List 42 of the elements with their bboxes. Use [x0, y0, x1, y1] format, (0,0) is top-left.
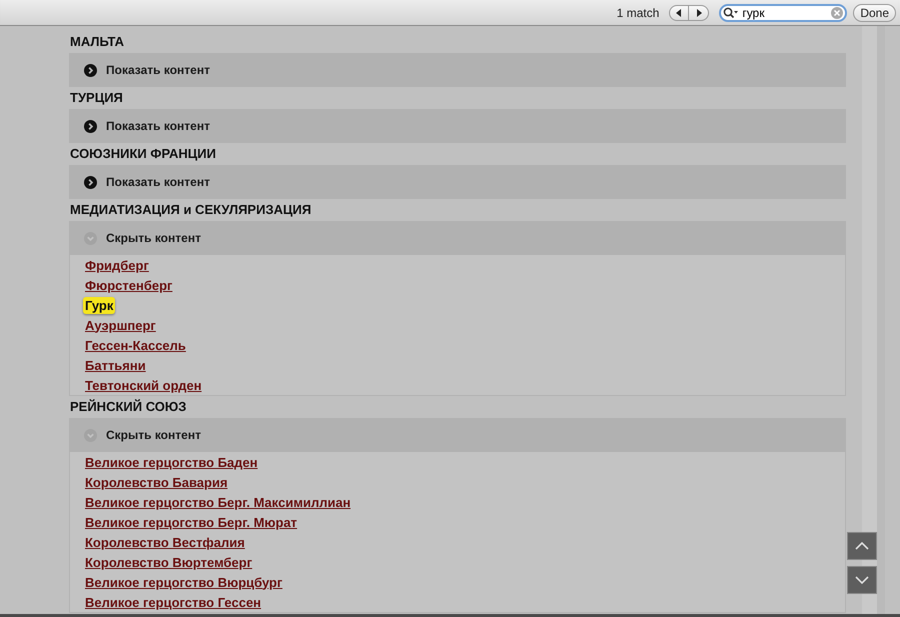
section-title: ТУРЦИЯ	[69, 89, 124, 107]
section-title: МЕДИАТИЗАЦИЯ и СЕКУЛЯРИЗАЦИЯ	[69, 201, 312, 219]
chevron-down-icon	[855, 576, 869, 584]
chevron-up-icon	[855, 542, 869, 550]
done-button[interactable]: Done	[853, 4, 896, 22]
toggle-content-button[interactable]: Показать контент	[69, 53, 846, 87]
toggle-content-button[interactable]: Показать контент	[69, 109, 846, 143]
link[interactable]: Великое герцогство Берг. Мюрат	[85, 514, 298, 530]
toggle-content-button[interactable]: Показать контент	[69, 165, 846, 199]
link[interactable]: Великое герцогство Вюрцбург	[85, 574, 282, 590]
link[interactable]: Баттьяни	[85, 358, 146, 372]
toggle-content-button[interactable]: Скрыть контент	[69, 418, 846, 452]
section-title: МАЛЬТА	[69, 33, 126, 51]
scroll-up-button[interactable]	[847, 532, 877, 560]
link[interactable]: Королевство Вюртемберг	[85, 554, 252, 570]
link[interactable]: Фридберг	[85, 258, 149, 272]
link[interactable]: Королевство Вестфалия	[85, 534, 245, 550]
chevron-down-icon	[84, 428, 97, 442]
chevron-right-icon	[84, 176, 97, 188]
toggle-content-button[interactable]: Скрыть контент	[69, 221, 846, 255]
link[interactable]: Ауэршперг	[85, 318, 156, 332]
search-field[interactable]: гурк	[719, 4, 848, 22]
match-count: 1 match	[616, 6, 660, 20]
previous-match-button[interactable]	[669, 4, 690, 20]
scroll-down-button[interactable]	[847, 566, 877, 594]
link[interactable]: Королевство Бавария	[85, 474, 228, 490]
link[interactable]: Великое герцогство Берг. Максимиллиан	[85, 494, 351, 510]
next-match-button[interactable]	[689, 4, 710, 20]
right-triangle-icon	[694, 8, 703, 16]
link[interactable]: Тевтонский орден	[85, 378, 202, 392]
link[interactable]: Великое герцогство Гессен	[85, 594, 262, 610]
chevron-right-icon	[84, 120, 97, 132]
link[interactable]: Фюрстенберг	[85, 278, 172, 292]
left-triangle-icon	[675, 8, 684, 16]
link[interactable]: Великое герцогство Баден	[85, 454, 258, 470]
section-title: РЕЙНСКИЙ СОЮЗ	[69, 398, 188, 416]
search-icon	[723, 6, 740, 18]
section-title: СОЮЗНИКИ ФРАНЦИИ	[69, 145, 217, 163]
chevron-down-icon	[84, 232, 97, 244]
link[interactable]: Гурк	[83, 296, 116, 314]
link[interactable]: Гессен-Кассель	[85, 338, 186, 352]
chevron-right-icon	[84, 64, 97, 76]
